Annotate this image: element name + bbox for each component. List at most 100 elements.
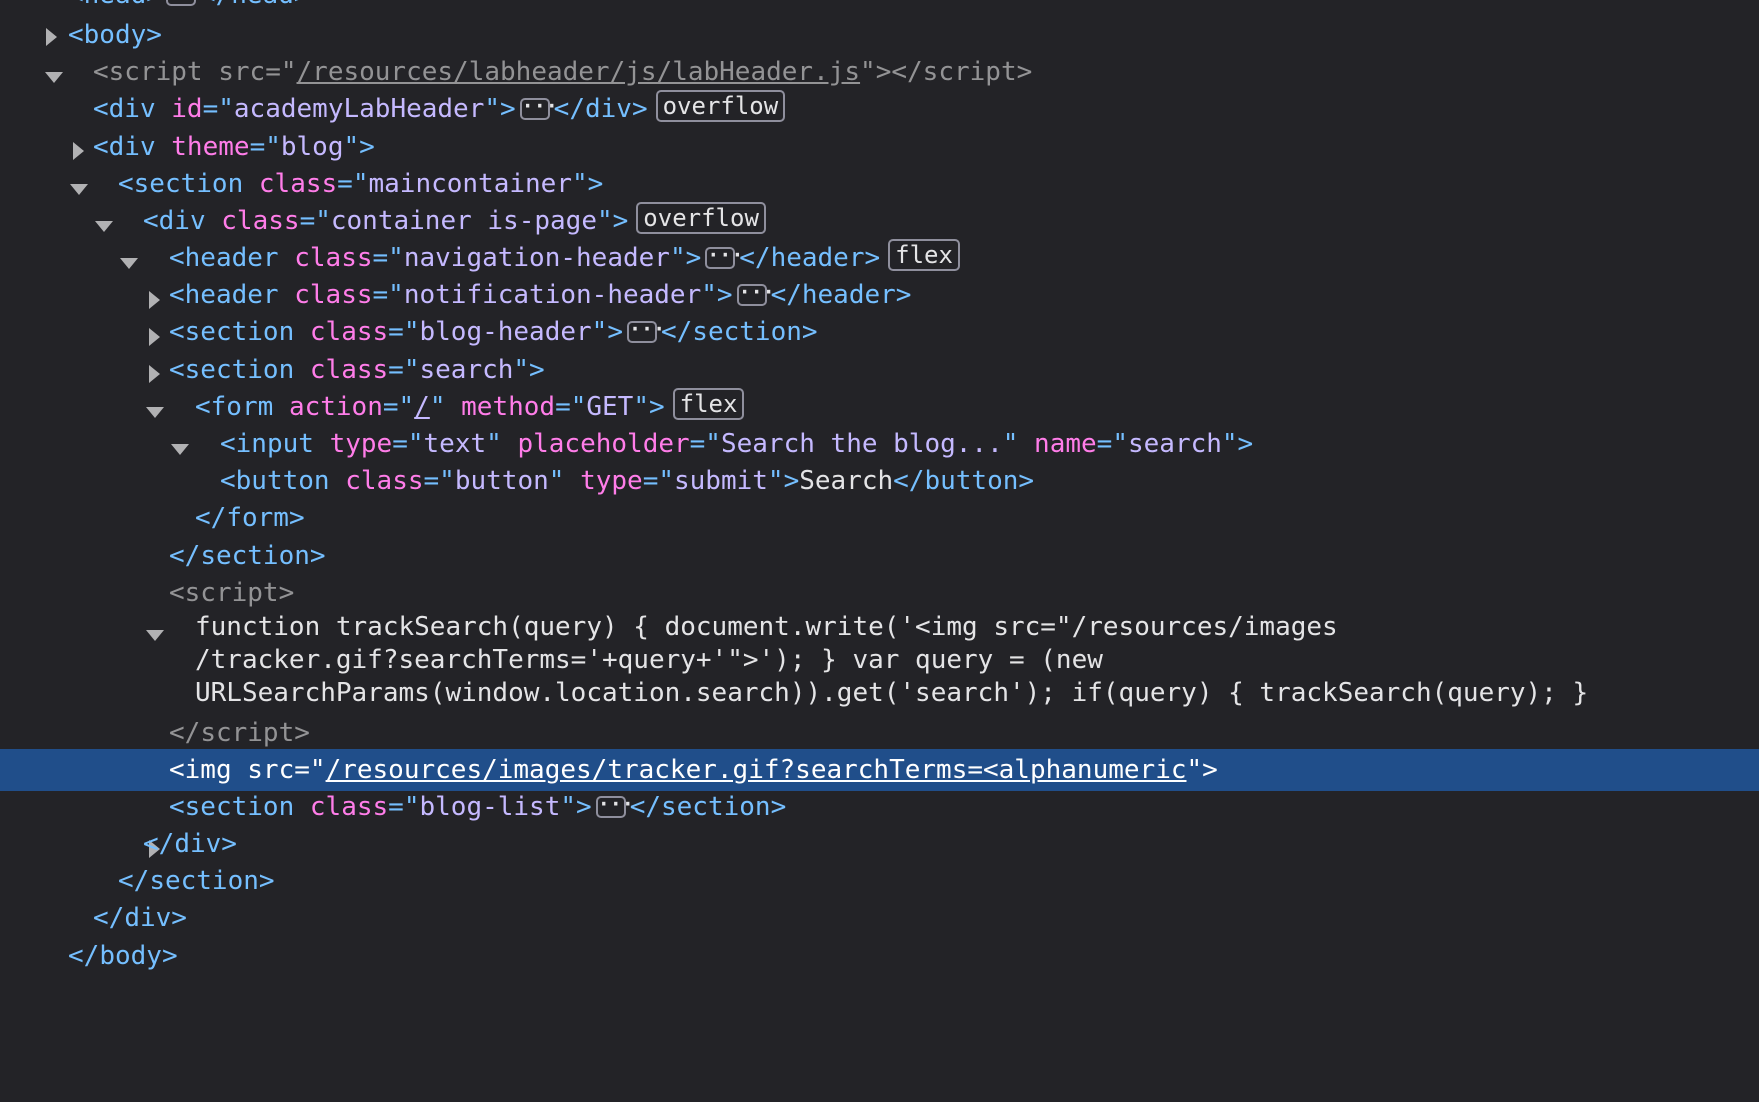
div-tag: div [158, 206, 206, 236]
tree-row-input[interactable]: <input type="text" placeholder="Search t… [0, 423, 1759, 465]
div-close-tag: div [174, 829, 222, 859]
method-attr: method [461, 392, 556, 422]
collapsed-content-icon[interactable]: ··· [519, 96, 558, 120]
tree-row-section-search-close[interactable]: </section> [0, 535, 1759, 577]
tree-row-div-container[interactable]: <div class="container is-page"> overflow [0, 200, 1759, 269]
method-value: GET [586, 392, 634, 422]
div-tag: div [108, 94, 156, 124]
tree-row-header-nav[interactable]: <header class="navigation-header"> ···</h… [0, 237, 1759, 309]
code-text: /tracker.gif?searchTerms='+query+'">'); … [195, 645, 1103, 675]
section-tag: section [184, 355, 295, 385]
header-tag: header [184, 280, 279, 310]
collapsed-content-icon[interactable]: ··· [595, 794, 634, 818]
tree-row-div-academy[interactable]: <div id="academyLabHeader"> ···</div> over… [0, 88, 1759, 160]
tree-row-script-inline[interactable]: <script> [0, 572, 1759, 641]
class-attr: class [309, 792, 389, 822]
action-link[interactable]: / [414, 392, 430, 422]
type-value: submit [674, 466, 768, 496]
section-close-tag: section [200, 541, 310, 571]
action-attr: action [288, 392, 383, 422]
input-tag: input [235, 429, 314, 459]
flex-badge[interactable]: flex [672, 388, 745, 420]
header-close-tag: header [801, 280, 896, 310]
placeholder-value: Search the blog... [720, 429, 1003, 459]
class-value: container is-page [330, 206, 597, 236]
class-value: search [419, 355, 514, 385]
section-close-tag: section [661, 792, 771, 822]
class-attr: class [309, 355, 389, 385]
tree-row-body[interactable]: <body> [0, 14, 1759, 83]
tree-row-img-selected[interactable]: <img src="/resources/images/tracker.gif?… [0, 749, 1759, 791]
tree-row-section-search[interactable]: <section class="search"> [0, 349, 1759, 418]
tree-row-form[interactable]: <form action="/" method="GET"> flex [0, 386, 1759, 455]
tree-row-script-labheader[interactable]: <script src="/resources/labheader/js/lab… [0, 51, 1759, 93]
class-attr: class [309, 317, 389, 347]
tree-row-div-theme-close[interactable]: </div> [0, 897, 1759, 939]
name-value: search [1127, 429, 1222, 459]
script-tag: script [108, 57, 203, 87]
script-close-tag: script [200, 718, 295, 748]
class-value: notification-header [403, 280, 702, 310]
collapsed-content-icon[interactable]: ··· [705, 245, 743, 269]
tree-row-div-container-close[interactable]: </div> [0, 823, 1759, 865]
button-tag: button [235, 466, 330, 496]
tree-row-section-main[interactable]: <section class="maincontainer"> [0, 163, 1759, 232]
tree-row-section-blog-list[interactable]: <section class="blog-list"> ···</section> [0, 786, 1759, 858]
overflow-badge[interactable]: overflow [636, 202, 766, 234]
section-tag: section [184, 317, 295, 347]
div-close-tag: div [584, 94, 632, 124]
class-attr: class [258, 169, 338, 199]
header-tag: header [184, 243, 279, 273]
flex-badge[interactable]: flex [888, 239, 960, 271]
tree-row-body-close[interactable]: </body> [0, 935, 1759, 977]
script-close-tag: script [922, 57, 1017, 87]
div-tag: div [108, 132, 156, 162]
class-value: blog-header [419, 317, 592, 347]
form-tag: form [210, 392, 274, 422]
tree-row-div-theme[interactable]: <div theme="blog"> [0, 126, 1759, 195]
collapsed-content-icon[interactable]: ··· [165, 0, 204, 6]
tree-row-script-inline-close[interactable]: </script> [0, 712, 1759, 754]
head-tag: <head> [68, 0, 162, 10]
overflow-badge[interactable]: overflow [655, 90, 786, 122]
code-text: function trackSearch(query) { document.w… [195, 612, 1338, 642]
img-src-link[interactable]: /resources/images/tracker.gif?searchTerm… [326, 755, 1187, 785]
class-attr: class [294, 243, 373, 273]
body-tag: body [83, 20, 147, 50]
id-attr: id [171, 94, 203, 124]
tree-row-section-blog-header[interactable]: <section class="blog-header"> ···</sectio… [0, 311, 1759, 383]
div-close-tag: div [124, 903, 172, 933]
script-src-link[interactable]: /resources/labheader/js/labHeader.js [297, 57, 861, 87]
section-tag: section [184, 792, 295, 822]
placeholder-attr: placeholder [517, 429, 690, 459]
class-value: maincontainer [368, 169, 572, 199]
img-tag: img [184, 755, 232, 785]
tree-row-section-main-close[interactable]: </section> [0, 860, 1759, 902]
body-close-tag: body [99, 941, 162, 971]
tree-row-button[interactable]: <button class="button" type="submit">Sea… [0, 460, 1759, 502]
script-code-line-1: function trackSearch(query) { document.w… [0, 609, 1759, 646]
class-value: blog-list [419, 792, 561, 822]
collapsed-content-icon[interactable]: ··· [626, 319, 665, 343]
type-value: text [423, 429, 487, 459]
code-text: URLSearchParams(window.location.search))… [195, 678, 1589, 708]
class-attr: class [221, 206, 300, 236]
button-close-tag: button [924, 466, 1019, 496]
script-tag: script [184, 578, 279, 608]
tree-row-form-close[interactable]: </form> [0, 497, 1759, 539]
src-attr: src [247, 755, 295, 785]
section-close-tag: section [149, 866, 259, 896]
head-close-tag: </head> [200, 0, 310, 10]
section-tag: section [133, 169, 244, 199]
id-value: academyLabHeader [233, 94, 485, 124]
section-close-tag: section [692, 317, 802, 347]
name-attr: name [1034, 429, 1097, 459]
tree-row-header-notif[interactable]: <header class="notification-header"> ···<… [0, 274, 1759, 346]
class-attr: class [294, 280, 373, 310]
collapsed-content-icon[interactable]: ··· [736, 282, 775, 306]
class-value: button [454, 466, 549, 496]
script-src-attr: src [218, 57, 266, 87]
script-code-line-3: URLSearchParams(window.location.search))… [0, 675, 1759, 712]
theme-value: blog [280, 132, 344, 162]
class-value: navigation-header [403, 243, 670, 273]
